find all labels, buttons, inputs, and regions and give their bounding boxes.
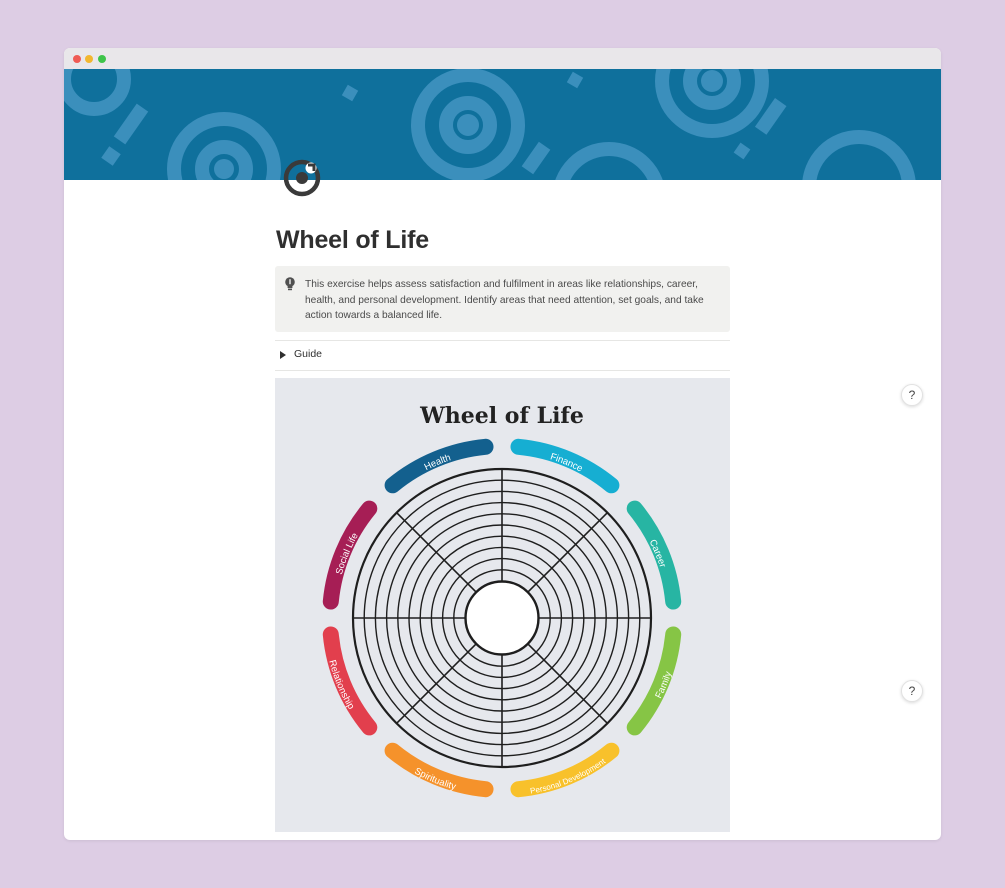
- cover-pattern: [64, 69, 916, 180]
- guide-toggle-label: Guide: [294, 348, 323, 360]
- window-titlebar: [64, 48, 941, 69]
- wheel-center: [465, 581, 539, 655]
- close-window-button[interactable]: [73, 55, 81, 63]
- divider-top: [275, 340, 730, 341]
- wheel-spoke: [527, 643, 608, 724]
- maximize-window-button[interactable]: [98, 55, 106, 63]
- wheel-grid: [351, 467, 653, 769]
- callout-text: This exercise helps assess satisfaction …: [305, 279, 704, 321]
- callout-block: This exercise helps assess satisfaction …: [275, 266, 730, 332]
- minimize-window-button[interactable]: [85, 55, 93, 63]
- wheel-diagram: Wheel of Life Health FinanceCareerFamilyP…: [322, 403, 682, 798]
- lightbulb-icon: [283, 276, 297, 292]
- wheel-spoke: [396, 643, 477, 724]
- page-title: Wheel of Life: [276, 226, 429, 254]
- wheel-of-life-image[interactable]: Wheel of Life Health Finance Career Family P…: [275, 378, 730, 832]
- help-button[interactable]: ?: [901, 384, 923, 406]
- divider-bottom: [275, 370, 730, 371]
- guide-toggle[interactable]: Guide: [275, 344, 730, 368]
- help-button-secondary[interactable]: ?: [901, 680, 923, 702]
- browser-window: Wheel of Life This exercise helps assess…: [64, 48, 941, 840]
- cover-image: [64, 69, 941, 180]
- toggle-arrow-icon[interactable]: [280, 351, 286, 359]
- wheel-title: Wheel of Life: [419, 403, 584, 429]
- wheel-spoke: [527, 512, 608, 593]
- target-icon[interactable]: [280, 156, 324, 200]
- wheel-spoke: [396, 512, 477, 593]
